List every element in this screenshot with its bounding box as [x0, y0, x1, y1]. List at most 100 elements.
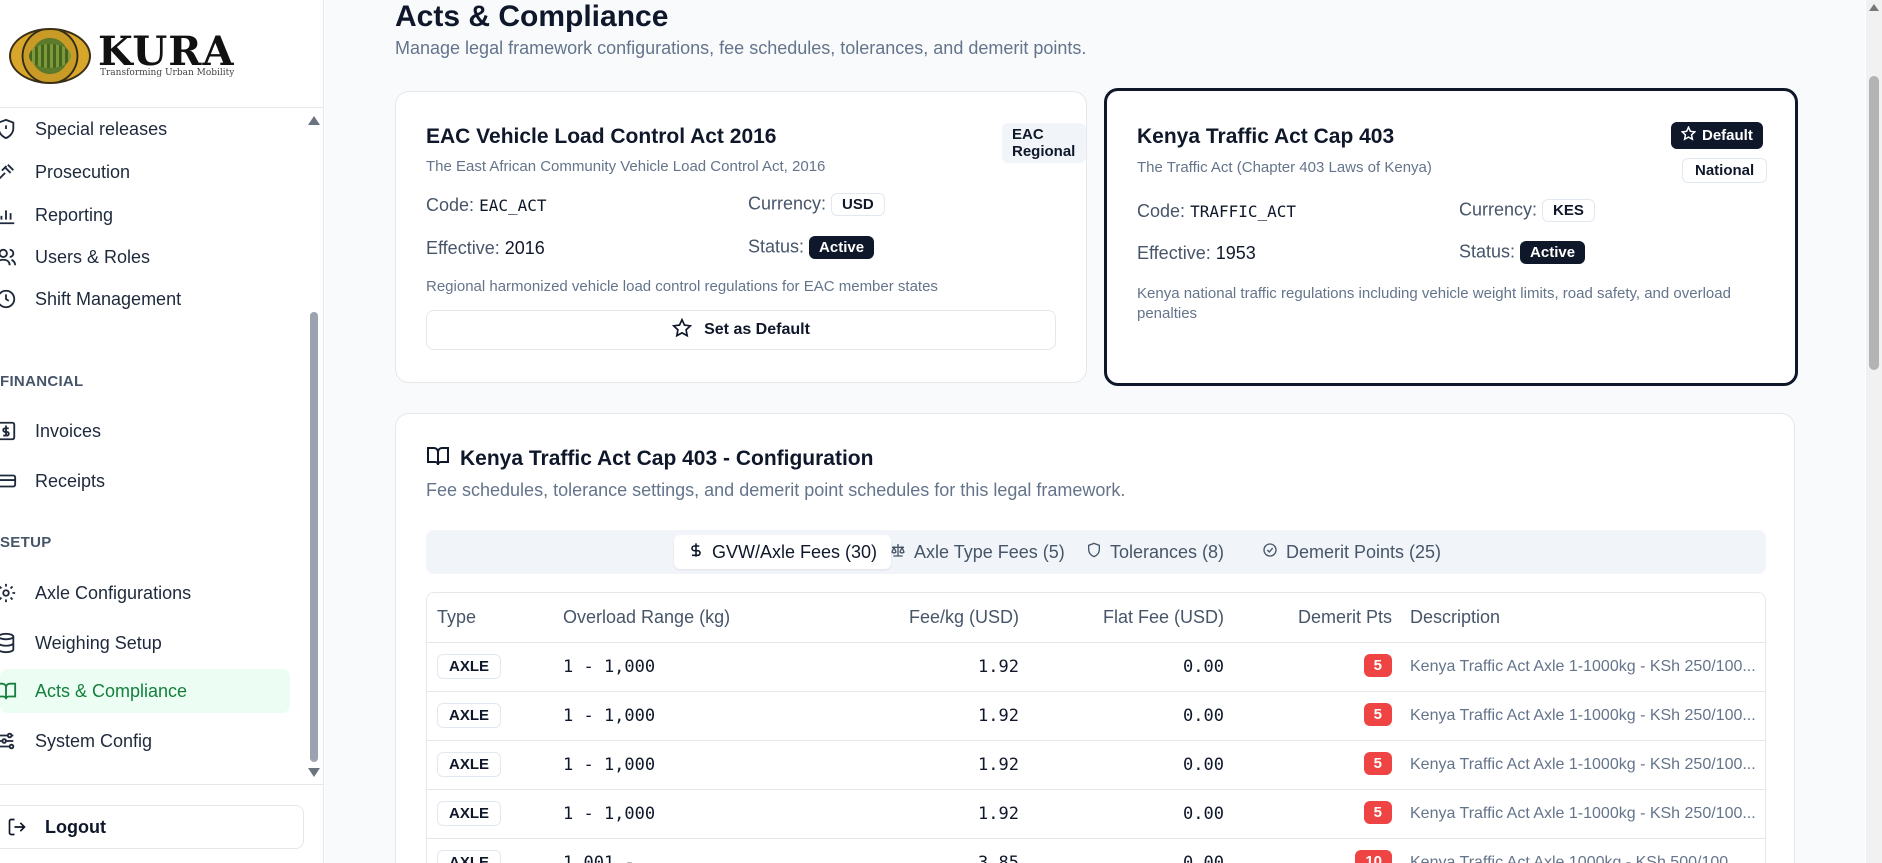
column-header-demerit-pts: Demerit Pts	[1297, 607, 1392, 627]
act-title: EAC Vehicle Load Control Act 2016	[426, 125, 777, 148]
sidebar-item-receipts[interactable]: Receipts	[0, 459, 290, 503]
sidebar-item-label: Receipts	[35, 470, 106, 491]
act-effective: Effective: 2016	[426, 238, 545, 259]
table-row[interactable]: AXLE 1 - 1,000 1.92 0.00 5 Kenya Traffic…	[427, 790, 1765, 839]
sidebar-item-prosecution[interactable]: Prosecution	[0, 150, 290, 194]
currency-label: Currency:	[1459, 199, 1538, 220]
code-label: Code:	[426, 195, 475, 215]
table-row[interactable]: AXLE 1 - 1,000 1.92 0.00 5 Kenya Traffic…	[427, 692, 1765, 741]
sidebar-item-shift-management[interactable]: Shift Management	[0, 277, 290, 321]
effective-value: 2016	[504, 238, 545, 258]
currency-label: Currency:	[748, 193, 827, 214]
act-effective: Effective: 1953	[1137, 243, 1256, 264]
sidebar-item-system-config[interactable]: System Config	[0, 719, 290, 763]
page-title: Acts & Compliance	[395, 0, 669, 33]
scroll-down-arrow-icon[interactable]	[308, 768, 320, 777]
table-row[interactable]: AXLE 1 - 1,000 1.92 0.00 5 Kenya Traffic…	[427, 741, 1765, 790]
check-circle-icon	[1262, 542, 1278, 563]
kura-emblem-logo	[9, 28, 91, 84]
shield-icon	[1086, 542, 1102, 563]
sidebar-item-special-releases[interactable]: Special releases	[0, 109, 290, 151]
type-badge: AXLE	[437, 703, 502, 728]
tab-demerit-points[interactable]: Demerit Points (25)	[1248, 535, 1455, 569]
effective-label: Effective:	[1137, 243, 1211, 263]
sidebar-item-label: Invoices	[35, 420, 102, 441]
demerit-points-badge: 5	[1363, 801, 1392, 824]
default-badge: Default	[1671, 122, 1763, 149]
sidebar-scrollbar[interactable]	[308, 112, 320, 782]
default-badge-label: Default	[1702, 127, 1753, 144]
type-badge: AXLE	[437, 752, 502, 777]
section-label-financial: FINANCIAL	[0, 373, 84, 390]
sidebar-item-invoices[interactable]: Invoices	[0, 409, 290, 453]
type-badge: AXLE	[437, 654, 502, 679]
tab-label: GVW/Axle Fees (30)	[712, 541, 878, 562]
page-scrollbar[interactable]	[1866, 0, 1882, 863]
act-description: Regional harmonized vehicle load control…	[426, 278, 938, 295]
act-currency: Currency: KES	[1459, 199, 1595, 222]
clock-icon	[0, 285, 20, 313]
sidebar-item-label: Prosecution	[35, 161, 131, 182]
fees-table: Type Overload Range (kg) Fee/kg (USD) Fl…	[426, 592, 1766, 863]
act-card-kenya-traffic[interactable]: Kenya Traffic Act Cap 403 Default Nation…	[1104, 88, 1798, 386]
scroll-up-arrow-icon[interactable]	[308, 116, 320, 125]
currency-badge: USD	[831, 193, 885, 216]
fee-per-kg: 1.92	[978, 657, 1019, 677]
status-label: Status:	[748, 236, 805, 257]
brand-tagline: Transforming Urban Mobility	[100, 68, 235, 78]
sidebar-item-axle-configurations[interactable]: Axle Configurations	[0, 571, 290, 615]
logo-area: KURA Transforming Urban Mobility	[0, 0, 324, 108]
sidebar-item-reporting[interactable]: Reporting	[0, 193, 290, 237]
sidebar-item-acts-compliance[interactable]: Acts & Compliance	[0, 669, 290, 713]
overload-range: 1 - 1,000	[563, 706, 656, 726]
region-badge: National	[1682, 158, 1768, 183]
sidebar-item-label: Users & Roles	[35, 246, 151, 267]
users-icon	[0, 243, 20, 271]
scroll-up-arrow-icon[interactable]	[1869, 4, 1879, 11]
set-default-button[interactable]: Set as Default	[426, 310, 1056, 350]
database-icon	[0, 629, 20, 657]
type-badge: AXLE	[437, 850, 502, 863]
fee-per-kg: 1.92	[978, 804, 1019, 824]
table-row[interactable]: AXLE 1,001 - ... 3.85 0.00 10 Kenya Traf…	[427, 839, 1765, 863]
status-badge: Active	[1520, 241, 1586, 264]
column-header-type: Type	[437, 607, 477, 627]
sidebar-item-users-roles[interactable]: Users & Roles	[0, 235, 290, 279]
page-scrollbar-thumb[interactable]	[1869, 76, 1879, 370]
demerit-points-badge: 5	[1363, 752, 1392, 775]
scale-icon	[890, 542, 906, 563]
tab-gvw-axle-fees[interactable]: GVW/Axle Fees (30)	[674, 535, 892, 569]
star-icon	[671, 317, 693, 343]
logout-area: Logout	[0, 784, 324, 863]
fee-per-kg: 1.92	[978, 706, 1019, 726]
scrollbar-thumb[interactable]	[310, 312, 318, 762]
column-header-fee-per-kg: Fee/kg (USD)	[908, 607, 1019, 627]
tab-tolerances[interactable]: Tolerances (8)	[1072, 535, 1238, 569]
demerit-points-badge: 5	[1363, 703, 1392, 726]
row-description: Kenya Traffic Act Axle 1000kg - KSh 500/…	[1410, 854, 1742, 863]
row-description: Kenya Traffic Act Axle 1-1000kg - KSh 25…	[1410, 658, 1756, 675]
configuration-header: Kenya Traffic Act Cap 403 - Configuratio…	[426, 444, 873, 473]
table-row[interactable]: AXLE 1 - 1,000 1.92 0.00 5 Kenya Traffic…	[427, 643, 1765, 692]
overload-range: 1 - 1,000	[563, 657, 656, 677]
row-description: Kenya Traffic Act Axle 1-1000kg - KSh 25…	[1410, 805, 1756, 822]
overload-range: 1,001 - ...	[563, 853, 676, 863]
currency-badge: KES	[1542, 199, 1595, 222]
flat-fee: 0.00	[1183, 706, 1224, 726]
logout-button[interactable]: Logout	[0, 805, 304, 849]
bar-chart-icon	[0, 201, 20, 229]
gavel-icon	[0, 158, 20, 186]
code-label: Code:	[1137, 201, 1186, 221]
tab-label: Tolerances (8)	[1110, 541, 1225, 562]
dollar-file-icon	[0, 417, 20, 445]
configuration-title: Kenya Traffic Act Cap 403 - Configuratio…	[460, 446, 874, 470]
act-card-eac[interactable]: EAC Vehicle Load Control Act 2016 EAC Re…	[395, 91, 1087, 383]
tab-axle-type-fees[interactable]: Axle Type Fees (5)	[876, 535, 1079, 569]
sidebar-item-weighing-setup[interactable]: Weighing Setup	[0, 621, 290, 665]
star-icon	[1680, 125, 1697, 145]
effective-label: Effective:	[426, 238, 500, 258]
code-value: TRAFFIC_ACT	[1190, 202, 1297, 221]
act-status: Status: Active	[748, 236, 875, 259]
sidebar-item-label: Shift Management	[35, 288, 182, 309]
section-label-setup: SETUP	[0, 534, 52, 551]
